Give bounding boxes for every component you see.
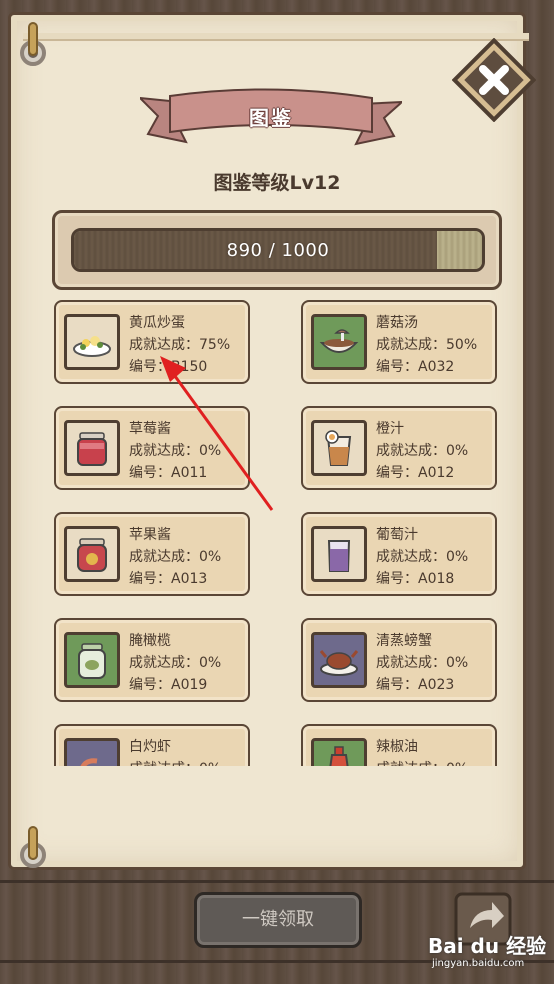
steamed-crab-icon (319, 650, 359, 676)
progress-bar: 890 / 1000 (71, 228, 485, 272)
strawberry-jam-icon (77, 432, 107, 466)
item-thumbnail (64, 314, 120, 370)
title-ribbon: 图鉴 (140, 88, 402, 146)
binder-hook-bottom (28, 826, 38, 860)
codex-item-card[interactable]: 蘑菇汤成就达成：50% 编号：A032 (301, 300, 497, 384)
item-number: 编号：A032 (376, 359, 455, 375)
item-number: 编号：A013 (129, 571, 208, 587)
close-button[interactable] (452, 38, 536, 122)
item-achievement: 成就达成：75% (129, 337, 231, 353)
item-name: 白灼虾 (129, 739, 171, 755)
item-name: 腌橄榄 (129, 633, 171, 649)
item-number: 编号：A023 (376, 677, 455, 693)
codex-item-card[interactable]: 白灼虾成就达成：0%编号： (54, 724, 250, 766)
binder-hook-top (28, 22, 38, 56)
watermark-brand: Bai du 经验 (428, 934, 547, 958)
item-achievement: 成就达成：0% (129, 655, 222, 671)
pickled-olive-icon (78, 643, 106, 679)
orange-juice-icon (325, 430, 352, 466)
codex-item-card[interactable]: 苹果酱成就达成：0% 编号：A013 (54, 512, 250, 596)
item-thumbnail (311, 314, 367, 370)
plank-seam (0, 880, 554, 883)
item-thumbnail (311, 420, 367, 476)
item-name: 草莓酱 (129, 421, 171, 437)
item-name: 蘑菇汤 (376, 315, 418, 331)
item-achievement: 成就达成：0% (376, 549, 469, 565)
codex-item-card[interactable]: 橙汁成就达成：0% 编号：A012 (301, 406, 497, 490)
item-name: 葡萄汁 (376, 527, 418, 543)
item-number: 编号：A019 (129, 677, 208, 693)
item-list[interactable]: 黄瓜炒蛋成就达成：75% 编号：B150 蘑菇汤成就达成：50% 编号：A032 草莓酱… (40, 296, 514, 766)
item-achievement: 成就达成：0% (129, 758, 221, 766)
item-number: 编号：B150 (129, 359, 208, 375)
watermark-url: jingyan.baidu.com (432, 958, 525, 969)
baidu-watermark: Bai du 经验 jingyan.baidu.com (428, 930, 554, 976)
codex-item-card[interactable]: 葡萄汁成就达成：0% 编号：A018 (301, 512, 497, 596)
item-thumbnail (64, 632, 120, 688)
item-thumbnail (64, 526, 120, 582)
item-thumbnail (311, 632, 367, 688)
apple-jam-icon (77, 538, 107, 572)
mushroom-soup-icon (319, 329, 359, 353)
item-number: 编号：A011 (129, 465, 208, 481)
item-achievement: 成就达成：0% (129, 549, 222, 565)
item-thumbnail (311, 738, 367, 766)
codex-level: 图鉴等级Lv12 (213, 172, 341, 194)
codex-item-card[interactable]: 清蒸螃蟹成就达成：0% 编号：A023 (301, 618, 497, 702)
item-name: 苹果酱 (129, 527, 171, 543)
item-achievement: 成就达成：0% (376, 443, 469, 459)
item-name: 辣椒油 (376, 739, 418, 755)
chili-oil-icon (329, 746, 349, 766)
progress-frame: 890 / 1000 (52, 210, 502, 290)
claim-all-button[interactable]: 一键领取 (194, 892, 362, 948)
item-achievement: 成就达成：0% (376, 655, 469, 671)
item-thumbnail (64, 420, 120, 476)
item-number: 编号：A018 (376, 571, 455, 587)
item-thumbnail (64, 738, 120, 766)
item-thumbnail (311, 526, 367, 582)
grape-juice-icon (327, 540, 351, 572)
item-achievement: 成就达成：0% (129, 443, 222, 459)
boiled-shrimp-icon (80, 758, 98, 766)
close-x-icon (452, 38, 536, 122)
item-achievement: 成就达成：50% (376, 337, 478, 353)
item-name: 清蒸螃蟹 (376, 633, 432, 649)
codex-item-card[interactable]: 草莓酱成就达成：0% 编号：A011 (54, 406, 250, 490)
page-title: 图鉴 (249, 106, 293, 130)
item-name: 橙汁 (376, 421, 404, 437)
item-name: 黄瓜炒蛋 (129, 315, 185, 331)
item-achievement: 成就达成：0% (376, 758, 468, 766)
codex-item-card[interactable]: 腌橄榄成就达成：0% 编号：A019 (54, 618, 250, 702)
codex-item-card[interactable]: 辣椒油成就达成：0%编号： (301, 724, 497, 766)
progress-text: 890 / 1000 (226, 240, 330, 261)
item-number: 编号：A012 (376, 465, 455, 481)
egg-dish-icon (73, 336, 111, 357)
codex-item-card[interactable]: 黄瓜炒蛋成就达成：75% 编号：B150 (54, 300, 250, 384)
